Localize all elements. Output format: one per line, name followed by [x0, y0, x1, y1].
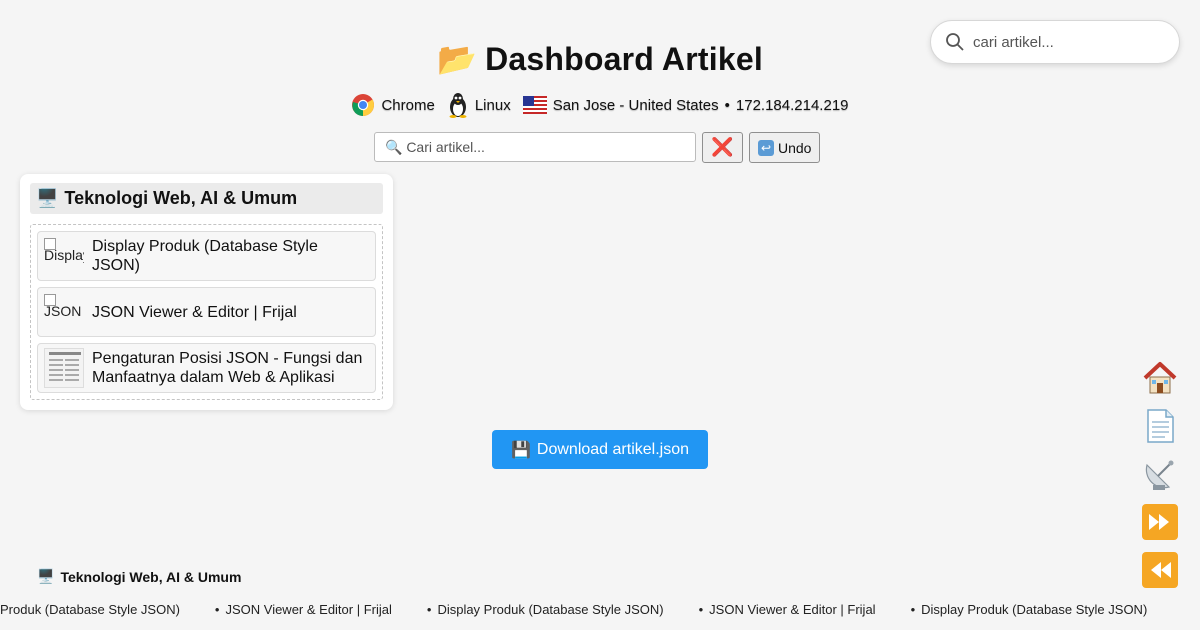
clear-button[interactable]: ❌ — [702, 132, 743, 163]
fast-forward-icon[interactable] — [1140, 502, 1180, 542]
category-card: 🖥️ Teknologi Web, AI & Umum Display Prod… — [20, 174, 393, 410]
rewind-icon[interactable] — [1140, 550, 1180, 590]
article-thumbnail: JSON Viewer — [44, 292, 84, 332]
undo-button[interactable]: ↩ Undo — [749, 132, 821, 163]
article-item[interactable]: Display Produk Display Produk (Database … — [37, 231, 376, 281]
category-header[interactable]: 🖥️ Teknologi Web, AI & Umum — [30, 183, 383, 214]
floppy-disk-icon: 💾 — [511, 441, 531, 459]
article-thumbnail — [44, 348, 84, 388]
ticker-item[interactable]: Display Produk (Database Style JSON) — [921, 602, 1147, 617]
article-item[interactable]: JSON Viewer JSON Viewer & Editor | Frija… — [37, 287, 376, 337]
footer-category-title: Teknologi Web, AI & Umum — [60, 568, 242, 585]
article-title: Display Produk (Database Style JSON) — [92, 238, 318, 274]
article-title: Pengaturan Posisi JSON - Fungsi dan Manf… — [92, 350, 363, 386]
page-title: 📂 Dashboard Artikel — [437, 41, 763, 77]
ticker-item[interactable]: JSON Viewer & Editor | Frijal — [225, 602, 391, 617]
bullet: • — [698, 602, 704, 617]
ip-label: 172.184.214.219 — [735, 96, 849, 114]
chrome-icon — [352, 94, 375, 116]
bullet: • — [214, 602, 220, 617]
us-flag-icon — [522, 96, 547, 114]
article-title: JSON Viewer & Editor | Frijal — [92, 303, 297, 321]
side-navigation — [1140, 358, 1180, 590]
broken-image-icon — [44, 238, 56, 250]
footer-category: 🖥️ Teknologi Web, AI & Umum — [37, 568, 241, 585]
ticker-item[interactable]: JSON Viewer & Editor | Frijal — [709, 602, 875, 617]
bullet: • — [426, 602, 432, 617]
satellite-icon[interactable] — [1140, 454, 1180, 494]
search-controls: ❌ ↩ Undo — [374, 132, 821, 163]
computer-icon: 🖥️ — [37, 568, 55, 584]
browser-label: Chrome — [381, 96, 435, 114]
ticker-item[interactable]: Display Produk (Database Style JSON) — [437, 602, 663, 617]
folder-icon: 📂 — [437, 41, 478, 77]
download-button[interactable]: 💾 Download artikel.json — [492, 430, 708, 469]
os-label: Linux — [474, 96, 511, 114]
linux-icon — [449, 93, 467, 118]
article-ticker: Produk (Database Style JSON) • JSON Viewer… — [0, 600, 1200, 620]
location-label: San Jose - United States — [552, 96, 719, 114]
article-item[interactable]: Pengaturan Posisi JSON - Fungsi dan Manf… — [37, 343, 376, 393]
bullet: • — [910, 602, 916, 617]
category-title: Teknologi Web, AI & Umum — [64, 188, 298, 208]
system-info: Chrome Linux San Jose - United States • … — [0, 92, 1200, 118]
undo-icon: ↩ — [758, 139, 774, 156]
article-thumbnail: Display Produk — [44, 236, 84, 276]
ticker-item[interactable]: Produk (Database Style JSON) — [0, 602, 180, 617]
document-preview-icon — [49, 352, 81, 381]
document-icon[interactable] — [1140, 406, 1180, 446]
broken-image-icon — [44, 294, 56, 306]
article-list: Display Produk Display Produk (Database … — [30, 224, 383, 400]
separator: • — [724, 96, 730, 114]
computer-icon: 🖥️ — [36, 188, 59, 208]
home-icon[interactable] — [1140, 358, 1180, 398]
article-search-input[interactable] — [374, 132, 696, 162]
ticker-track: Produk (Database Style JSON) • JSON Viewer… — [0, 602, 1177, 617]
